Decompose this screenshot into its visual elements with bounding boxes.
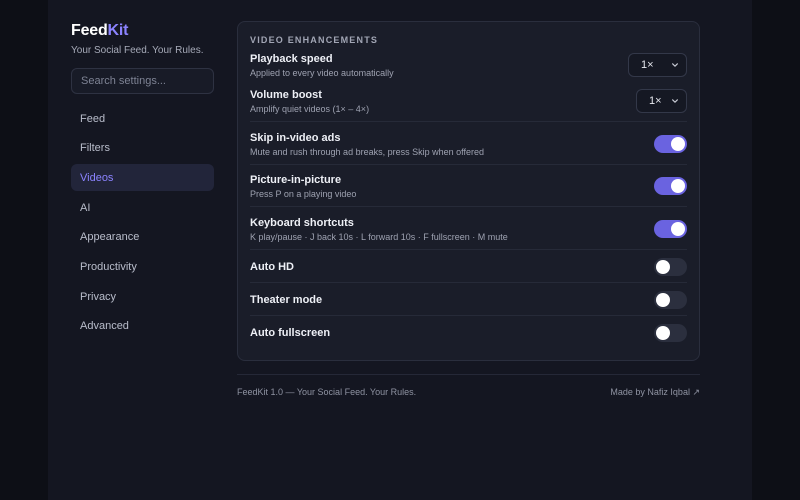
setting-label: Keyboard shortcuts xyxy=(250,217,354,229)
setting-label: Theater mode xyxy=(250,294,323,306)
sidebar-item-ai[interactable]: AI xyxy=(71,194,214,221)
divider xyxy=(250,249,687,250)
sidebar-item-advanced[interactable]: Advanced xyxy=(71,313,214,340)
setting-row-picture-in-picture: Picture-in-picture Press P on a playing … xyxy=(250,174,687,199)
search-input[interactable] xyxy=(71,68,214,94)
sidebar-item-label: AI xyxy=(80,201,91,214)
setting-description: Press P on a playing video xyxy=(250,189,357,199)
sidebar-item-label: Filters xyxy=(80,142,110,155)
author-link[interactable]: Made by Nafiz Iqbal ↗ xyxy=(610,387,700,398)
sidebar-item-label: Privacy xyxy=(80,290,117,303)
chevron-down-icon xyxy=(672,99,678,103)
sidebar-item-videos[interactable]: Videos xyxy=(71,164,214,192)
setting-row-theater-mode: Theater mode xyxy=(250,291,687,309)
brand-logo: FeedKit xyxy=(71,22,128,40)
setting-label: Skip in-video ads xyxy=(250,132,341,144)
playback-speed-select[interactable]: 1× xyxy=(628,53,687,77)
setting-row-keyboard-shortcuts: Keyboard shortcuts K play/pause · J back… xyxy=(250,217,687,242)
picture-in-picture-toggle[interactable] xyxy=(654,177,687,195)
toggle-knob xyxy=(671,222,685,236)
sidebar-item-label: Productivity xyxy=(80,260,137,273)
setting-row-auto-fullscreen: Auto fullscreen xyxy=(250,324,687,342)
divider xyxy=(250,206,687,207)
section-title: VIDEO ENHANCEMENTS xyxy=(250,35,379,45)
toggle-knob xyxy=(671,137,685,151)
setting-label: Auto HD xyxy=(250,261,294,273)
sidebar-item-feed[interactable]: Feed xyxy=(71,105,214,132)
divider xyxy=(250,282,687,283)
sidebar-item-appearance[interactable]: Appearance xyxy=(71,224,214,251)
auto-fullscreen-toggle[interactable] xyxy=(654,324,687,342)
setting-row-playback-speed: Playback speed Applied to every video au… xyxy=(250,53,687,78)
theater-mode-toggle[interactable] xyxy=(654,291,687,309)
select-value: 1× xyxy=(641,59,654,71)
toggle-knob xyxy=(671,179,685,193)
setting-description: Applied to every video automatically xyxy=(250,68,394,78)
setting-label: Volume boost xyxy=(250,89,322,101)
auto-hd-toggle[interactable] xyxy=(654,258,687,276)
toggle-knob xyxy=(656,293,670,307)
brand-tagline: Your Social Feed. Your Rules. xyxy=(71,45,204,56)
divider xyxy=(250,121,687,122)
sidebar-nav: Feed Filters Videos AI Appearance Produc… xyxy=(71,105,214,343)
footer-version: FeedKit 1.0 — Your Social Feed. Your Rul… xyxy=(237,387,417,397)
sidebar-item-filters[interactable]: Filters xyxy=(71,135,214,162)
sidebar-item-privacy[interactable]: Privacy xyxy=(71,283,214,310)
sidebar-item-label: Advanced xyxy=(80,320,129,333)
chevron-down-icon xyxy=(672,63,678,67)
skip-ads-toggle[interactable] xyxy=(654,135,687,153)
sidebar-item-label: Videos xyxy=(80,171,114,184)
setting-row-volume-boost: Volume boost Amplify quiet videos (1× – … xyxy=(250,89,687,114)
app-panel: FeedKit Your Social Feed. Your Rules. Fe… xyxy=(48,0,752,500)
setting-label: Playback speed xyxy=(250,53,333,65)
divider xyxy=(250,315,687,316)
setting-description: Mute and rush through ad breaks, press S… xyxy=(250,147,484,157)
sidebar-item-productivity[interactable]: Productivity xyxy=(71,253,214,280)
sidebar-item-label: Feed xyxy=(80,112,106,125)
setting-label: Picture-in-picture xyxy=(250,174,342,186)
setting-row-auto-hd: Auto HD xyxy=(250,258,687,276)
setting-row-skip-ads: Skip in-video ads Mute and rush through … xyxy=(250,132,687,157)
setting-description: K play/pause · J back 10s · L forward 10… xyxy=(250,232,508,242)
sidebar-item-label: Appearance xyxy=(80,231,140,244)
footer-divider xyxy=(237,374,700,375)
keyboard-shortcuts-toggle[interactable] xyxy=(654,220,687,238)
brand-name-part1: Feed xyxy=(71,22,108,39)
select-value: 1× xyxy=(649,95,662,107)
divider xyxy=(250,164,687,165)
video-enhancements-card: VIDEO ENHANCEMENTS Playback speed Applie… xyxy=(237,21,700,361)
brand-name-part2: Kit xyxy=(107,22,129,39)
setting-description: Amplify quiet videos (1× – 4×) xyxy=(250,104,370,114)
toggle-knob xyxy=(656,326,670,340)
volume-boost-select[interactable]: 1× xyxy=(636,89,687,113)
toggle-knob xyxy=(656,260,670,274)
setting-label: Auto fullscreen xyxy=(250,327,331,339)
